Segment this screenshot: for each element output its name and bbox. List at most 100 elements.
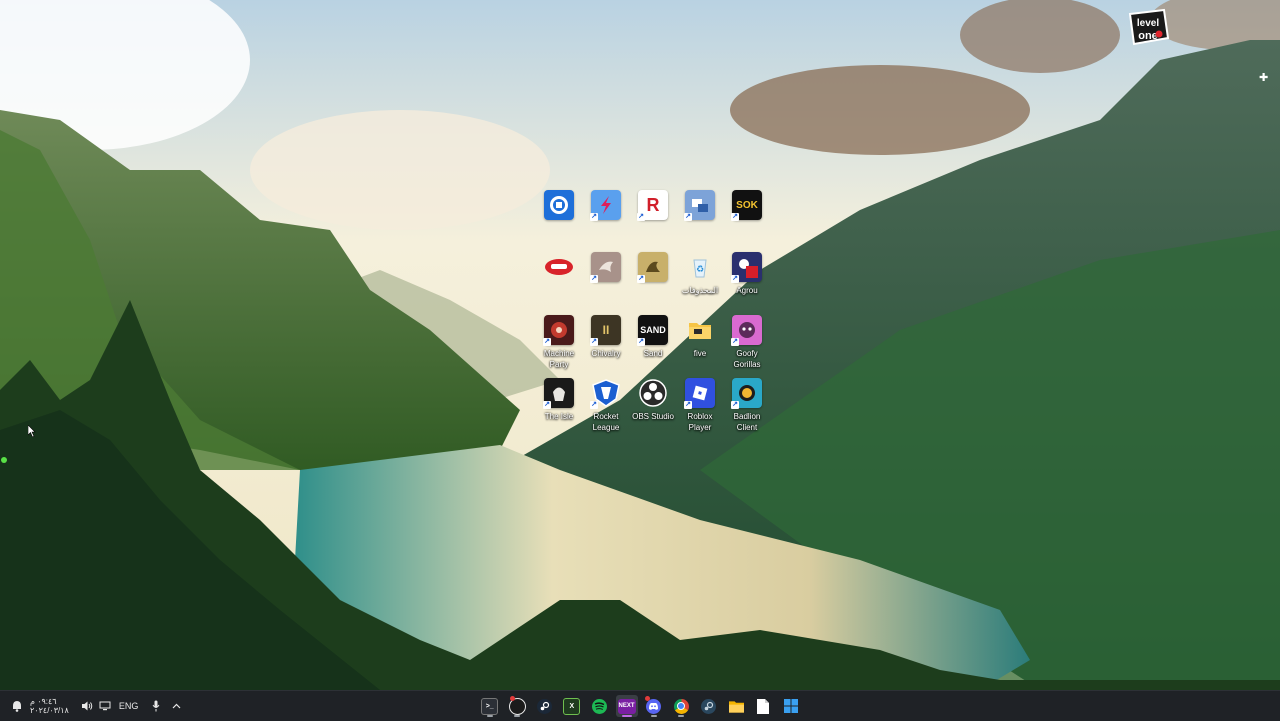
tile-text: SOK [736, 199, 758, 211]
agrou-icon: ↗ [731, 252, 762, 283]
desktop-icon[interactable]: ↗ [676, 188, 724, 223]
desktop-icon-label: Rocket League [592, 412, 620, 432]
desktop-icon-label: Machine Party [543, 349, 575, 369]
desktop-icon[interactable]: ↗ Roblox Player [676, 376, 724, 433]
obs-icon [638, 378, 668, 408]
desktop-icon[interactable]: ♻ المحذوفات [676, 250, 724, 296]
mouse-cursor-icon [28, 425, 36, 437]
sand-icon: SAND ↗ [637, 315, 668, 346]
chevron-up-icon[interactable] [168, 703, 184, 709]
taskbar-app-steam-2[interactable] [698, 695, 720, 717]
document-icon [756, 698, 771, 714]
spotify-icon [591, 698, 607, 714]
svg-text:one: one [1138, 30, 1158, 42]
desktop-icon[interactable]: five [676, 313, 724, 359]
running-indicator [650, 715, 657, 717]
desktop-icon[interactable]: ↗ [629, 250, 677, 285]
game-logo-icon: SOK ↗ [731, 190, 762, 221]
desktop-icon[interactable]: SOK ↗ [723, 188, 771, 223]
r-game-icon: R ↗ [637, 190, 668, 221]
transfer-tool-icon: ↗ [684, 190, 715, 221]
notification-badge [644, 696, 650, 701]
svg-text:level: level [1137, 18, 1159, 29]
taskbar-app-notepad[interactable] [752, 695, 774, 717]
desktop-icon-label: OBS Studio [632, 412, 674, 421]
desktop-icon-label: Agrou [736, 286, 758, 295]
shortcut-arrow-icon: ↗ [543, 401, 551, 409]
bolt-app-icon: ↗ [590, 190, 621, 221]
microphone-icon[interactable] [148, 700, 164, 712]
running-indicator [621, 715, 632, 717]
steam-icon [536, 698, 552, 714]
notification-icon[interactable] [8, 700, 26, 712]
desktop-icon-label: Roblox Player [687, 412, 713, 432]
plus-icon: ✚ [1259, 72, 1269, 84]
taskbar-apps: >_ X NEXT [476, 691, 805, 721]
shortcut-arrow-icon: ↗ [731, 213, 739, 221]
desktop-icon[interactable]: ↗ Goofy Gorillas [723, 313, 771, 370]
taskbar-app-obs[interactable] [506, 695, 528, 717]
parchment-game-icon: ↗ [637, 252, 668, 283]
taskbar-app-start[interactable] [780, 695, 802, 717]
system-tray: ٠٩:٤٦ م ٢٠٢٤/٠٣/١٨ ENG [0, 691, 184, 721]
taskbar-app-chrome[interactable] [670, 695, 692, 717]
desktop-icon[interactable]: OBS Studio [629, 376, 677, 422]
terminal-icon: >_ [481, 697, 499, 715]
desktop-icon[interactable]: ↗ Rocket League [582, 376, 630, 433]
clock[interactable]: ٠٩:٤٦ م ٢٠٢٤/٠٣/١٨ [30, 697, 69, 715]
desktop-icon-label: five [693, 349, 707, 358]
tile-text: SAND [640, 325, 666, 335]
shortcut-arrow-icon: ↗ [731, 275, 739, 283]
shortcut-arrow-icon: ↗ [684, 401, 692, 409]
xbox-icon: X [563, 697, 581, 715]
roblox-icon: ↗ [684, 378, 715, 409]
desktop-icon-label: Sand [643, 349, 663, 358]
recycle-bin-icon: ♻ [685, 252, 715, 282]
gear-game-icon: ↗ [543, 315, 574, 346]
steam-icon [701, 698, 717, 714]
desktop-icon[interactable]: ↗ Machine Party [535, 313, 583, 370]
rocket-league-icon: ↗ [590, 378, 621, 409]
desktop-icon[interactable]: ↗ The Isle [535, 376, 583, 422]
network-icon[interactable] [97, 701, 113, 711]
volume-icon[interactable] [79, 701, 95, 711]
discord-icon [646, 698, 662, 714]
red-helmet-icon [544, 252, 574, 282]
level-one-logo: level one [1126, 8, 1170, 48]
gorilla-icon: ↗ [731, 315, 762, 346]
desktop-icon[interactable]: II ↗ Chivalry [582, 313, 630, 359]
taskbar-app-steam[interactable] [533, 695, 555, 717]
shield-game-icon: II ↗ [590, 315, 621, 346]
taskbar-app-terminal[interactable]: >_ [479, 695, 501, 717]
desktop-icon[interactable]: R ↗ [629, 188, 677, 223]
desktop-icon[interactable]: SAND ↗ Sand [629, 313, 677, 359]
desktop-icon[interactable]: ↗ Agrou [723, 250, 771, 296]
chrome-icon [673, 698, 689, 714]
taskbar: ٠٩:٤٦ م ٢٠٢٤/٠٣/١٨ ENG >_ X NEXT [0, 690, 1280, 721]
desktop-icon-label: المحذوفات [681, 286, 719, 295]
folder-icon [685, 315, 715, 345]
taskbar-app-spotify[interactable] [588, 695, 610, 717]
desktop-icon-label: Badlion Client [733, 412, 761, 432]
desktop-icon[interactable]: ↗ Badlion Client [723, 376, 771, 433]
desktop-icon[interactable] [535, 188, 583, 223]
taskbar-app-xbox[interactable]: X [561, 695, 583, 717]
shortcut-arrow-icon: ↗ [637, 275, 645, 283]
screen-capture-icon [544, 190, 574, 220]
shortcut-arrow-icon: ↗ [543, 338, 551, 346]
svg-text:♻: ♻ [696, 265, 704, 275]
running-indicator [678, 715, 685, 717]
shortcut-arrow-icon: ↗ [590, 338, 598, 346]
shortcut-arrow-icon: ↗ [637, 338, 645, 346]
desktop-icon-label: Chivalry [591, 349, 621, 358]
taskbar-app-next[interactable]: NEXT [615, 695, 638, 717]
desktop-icon[interactable]: ↗ [582, 250, 630, 285]
shortcut-arrow-icon: ↗ [590, 213, 598, 221]
language-indicator[interactable]: ENG [119, 701, 139, 711]
taskbar-app-file-explorer[interactable] [725, 695, 747, 717]
shortcut-arrow-icon: ↗ [590, 275, 598, 283]
taskbar-app-discord[interactable] [643, 695, 665, 717]
desktop-icon[interactable]: ↗ [582, 188, 630, 223]
shortcut-arrow-icon: ↗ [731, 338, 739, 346]
desktop-icon[interactable] [535, 250, 583, 285]
